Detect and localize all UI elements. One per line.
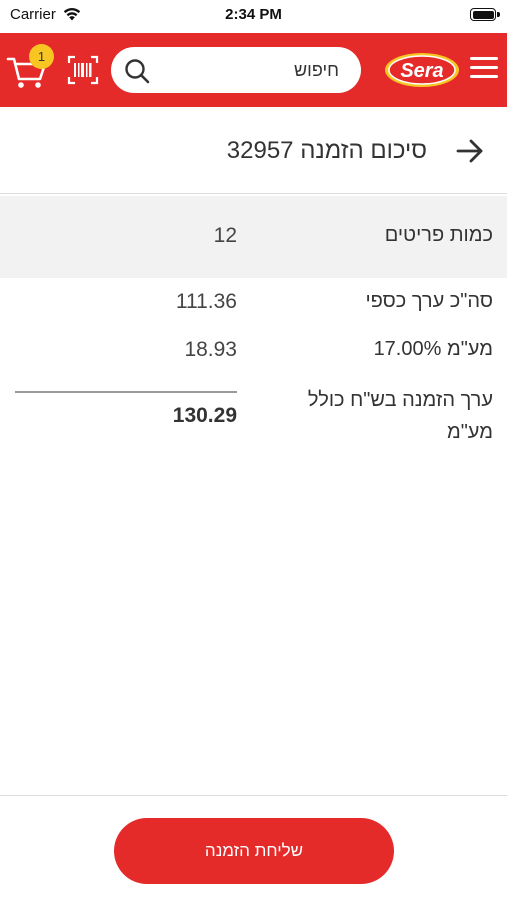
submit-order-button[interactable]: שליחת הזמנה — [114, 818, 394, 884]
menu-line — [470, 75, 498, 78]
search-input[interactable]: חיפוש — [294, 47, 339, 93]
search-icon[interactable] — [124, 58, 150, 84]
vat-value: 18.93 — [184, 338, 237, 361]
cart-count-badge: 1 — [29, 44, 54, 69]
hamburger-menu-button[interactable] — [470, 57, 498, 81]
app-header: 1 חיפוש Sera — [0, 33, 507, 107]
items-count-label: כמות פריטים — [384, 224, 493, 246]
barcode-scan-button[interactable] — [67, 55, 99, 85]
summary-row-total: ערך הזמנה בש"ח כולל מע"מ 130.29 — [0, 380, 507, 450]
page-title-bar: סיכום הזמנה 32957 — [0, 108, 507, 194]
summary-row-items: כמות פריטים 12 — [0, 196, 507, 278]
clock: 2:34 PM — [225, 6, 282, 23]
status-bar: Carrier 2:34 PM — [0, 0, 507, 32]
items-count-value: 12 — [213, 224, 237, 247]
barcode-scan-icon — [67, 55, 99, 85]
menu-line — [470, 57, 498, 60]
search-bar[interactable]: חיפוש — [111, 47, 361, 93]
net-total-label: סה"כ ערך כספי — [365, 290, 493, 312]
logo-text: Sera — [400, 60, 443, 82]
sera-logo: Sera — [383, 51, 461, 89]
sera-logo-graphic: Sera — [385, 53, 459, 87]
cart-button[interactable]: 1 — [6, 44, 54, 93]
arrow-right-icon[interactable] — [455, 136, 485, 166]
summary-row-net: סה"כ ערך כספי 111.36 — [0, 282, 507, 322]
order-total-value: 130.29 — [172, 404, 237, 427]
page-title: סיכום הזמנה 32957 — [226, 137, 427, 164]
footer: שליחת הזמנה — [0, 795, 507, 900]
order-total-label: ערך הזמנה בש"ח כולל מע"מ — [307, 389, 493, 443]
battery-icon — [470, 8, 500, 21]
menu-line — [470, 66, 498, 69]
vat-label: מע"מ 17.00% — [373, 338, 493, 360]
net-total-value: 111.36 — [175, 290, 237, 313]
summary-row-vat: מע"מ 17.00% 18.93 — [0, 330, 507, 370]
